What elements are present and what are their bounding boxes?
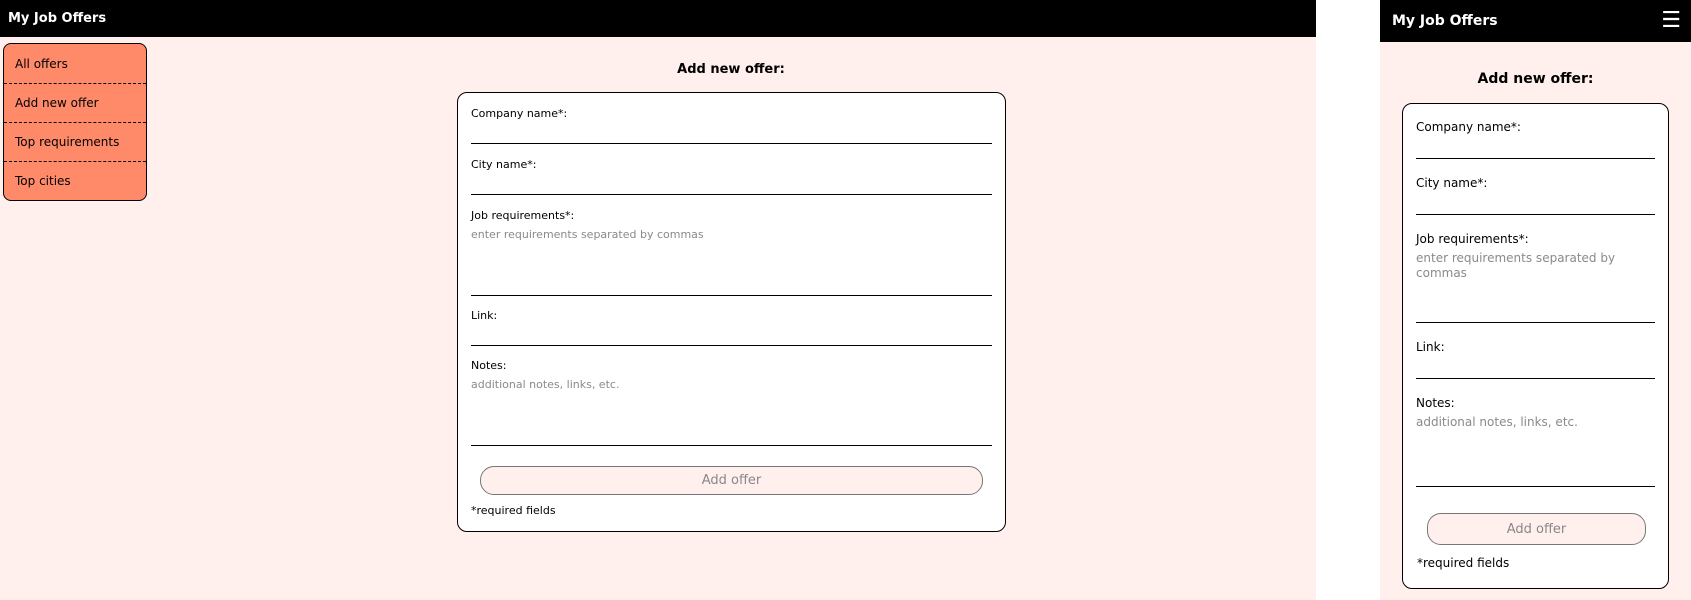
add-offer-form: Company name*: City name*: Job requireme… <box>457 92 1006 532</box>
mobile-required-fields-note: *required fields <box>1417 556 1510 570</box>
add-offer-button[interactable]: Add offer <box>480 466 983 495</box>
mobile-add-offer-form: Company name*: City name*: Job requireme… <box>1402 103 1669 589</box>
nav-item-all-offers[interactable]: All offers <box>4 44 146 83</box>
mobile-requirements-label: Job requirements*: <box>1416 232 1529 246</box>
mobile-requirements-field[interactable]: Job requirements*: enter requirements se… <box>1416 232 1655 324</box>
mobile-city-input-line[interactable] <box>1416 214 1655 215</box>
mobile-city-label: City name*: <box>1416 176 1488 190</box>
mobile-city-field[interactable]: City name*: <box>1416 176 1655 216</box>
city-label: City name*: <box>471 158 537 171</box>
mobile-add-offer-button[interactable]: Add offer <box>1427 513 1646 545</box>
required-fields-note: *required fields <box>471 504 556 517</box>
mobile-topbar: My Job Offers ☰ <box>1380 0 1691 42</box>
side-navigation: All offers Add new offer Top requirement… <box>3 43 147 201</box>
company-input-line[interactable] <box>471 143 992 144</box>
mobile-notes-label: Notes: <box>1416 396 1455 410</box>
link-label: Link: <box>471 309 498 322</box>
mobile-notes-placeholder: additional notes, links, etc. <box>1416 415 1578 429</box>
city-input-line[interactable] <box>471 194 992 195</box>
mobile-app-title[interactable]: My Job Offers <box>1392 13 1498 29</box>
requirements-input-line[interactable] <box>471 295 992 296</box>
mobile-view: My Job Offers ☰ Add new offer: Company n… <box>1380 0 1691 600</box>
topbar: My Job Offers <box>0 0 1316 37</box>
notes-placeholder: additional notes, links, etc. <box>471 378 620 391</box>
company-label: Company name*: <box>471 107 568 120</box>
mobile-company-label: Company name*: <box>1416 120 1521 134</box>
nav-item-top-requirements[interactable]: Top requirements <box>4 122 146 161</box>
requirements-label: Job requirements*: <box>471 209 575 222</box>
form-title: Add new offer: <box>677 62 785 77</box>
link-field[interactable]: Link: <box>471 309 992 347</box>
desktop-view: My Job Offers All offers Add new offer T… <box>0 0 1316 600</box>
mobile-link-input-line[interactable] <box>1416 378 1655 379</box>
company-field[interactable]: Company name*: <box>471 107 992 145</box>
mobile-notes-input-line[interactable] <box>1416 486 1655 487</box>
mobile-link-label: Link: <box>1416 340 1445 354</box>
mobile-company-field[interactable]: Company name*: <box>1416 120 1655 160</box>
mobile-form-title: Add new offer: <box>1477 71 1594 87</box>
requirements-placeholder: enter requirements separated by commas <box>471 228 704 241</box>
city-field[interactable]: City name*: <box>471 158 992 196</box>
nav-item-top-cities[interactable]: Top cities <box>4 161 146 200</box>
nav-item-add-new-offer[interactable]: Add new offer <box>4 83 146 122</box>
mobile-company-input-line[interactable] <box>1416 158 1655 159</box>
mobile-requirements-placeholder: enter requirements separated by commas <box>1416 251 1616 280</box>
notes-label: Notes: <box>471 359 507 372</box>
hamburger-icon[interactable]: ☰ <box>1661 10 1681 32</box>
notes-field[interactable]: Notes: additional notes, links, etc. <box>471 359 992 447</box>
requirements-field[interactable]: Job requirements*: enter requirements se… <box>471 209 992 297</box>
notes-input-line[interactable] <box>471 445 992 446</box>
mobile-notes-field[interactable]: Notes: additional notes, links, etc. <box>1416 396 1655 488</box>
app-title[interactable]: My Job Offers <box>8 11 106 26</box>
mobile-link-field[interactable]: Link: <box>1416 340 1655 380</box>
link-input-line[interactable] <box>471 345 992 346</box>
mobile-requirements-input-line[interactable] <box>1416 322 1655 323</box>
